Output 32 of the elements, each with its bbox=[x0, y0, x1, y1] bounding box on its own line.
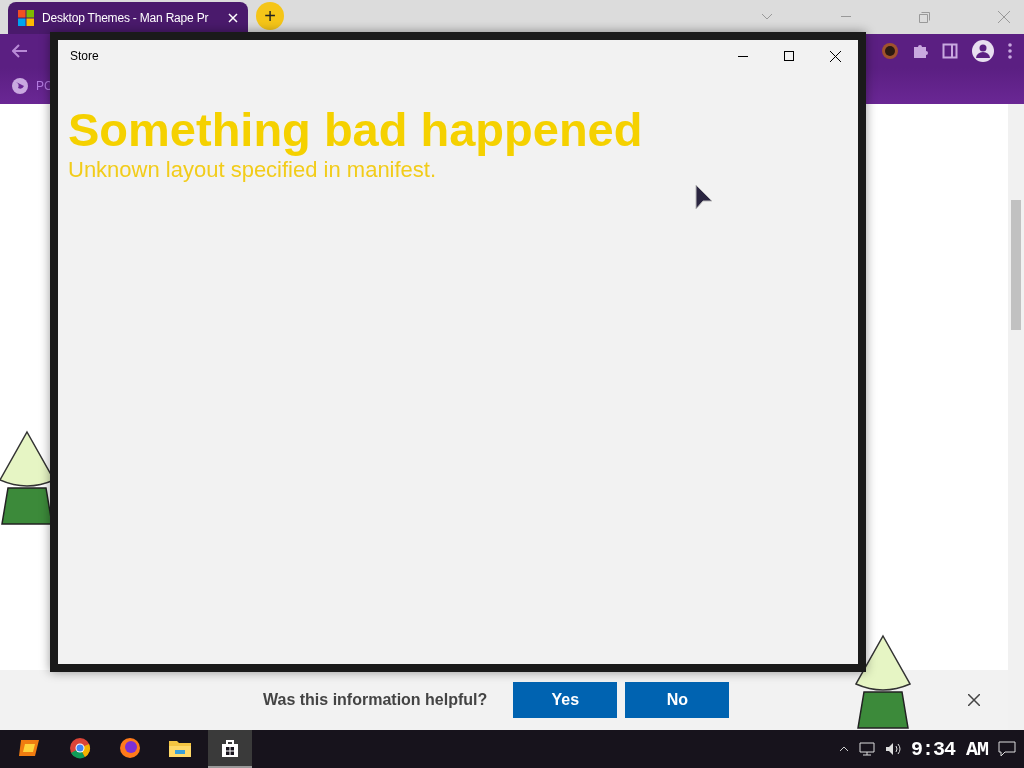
windows-logo-icon bbox=[18, 10, 34, 26]
taskbar-app-button[interactable] bbox=[208, 730, 252, 768]
side-panel-icon[interactable] bbox=[942, 43, 958, 59]
folder-icon bbox=[169, 739, 191, 757]
new-tab-button[interactable]: + bbox=[256, 2, 284, 30]
close-icon bbox=[829, 50, 841, 62]
error-heading: Something bad happened bbox=[68, 102, 644, 157]
notification-icon[interactable] bbox=[998, 741, 1016, 757]
feedback-question: Was this information helpful? bbox=[263, 691, 488, 709]
maximize-icon bbox=[784, 51, 794, 61]
firefox-icon bbox=[119, 737, 141, 759]
tab-title: Desktop Themes - Man Rape Pr bbox=[42, 11, 210, 25]
window-title: Store bbox=[70, 49, 99, 63]
cursor-icon bbox=[695, 184, 713, 210]
close-icon[interactable] bbox=[968, 694, 980, 706]
chrome-icon bbox=[69, 737, 91, 759]
extension-avatar-icon[interactable] bbox=[882, 43, 898, 59]
feedback-button[interactable]: No bbox=[625, 682, 730, 718]
error-message: Unknown layout specified in manifest. bbox=[68, 157, 438, 183]
profile-icon[interactable] bbox=[972, 40, 994, 62]
taskbar-clock[interactable]: 9:34 AM bbox=[911, 737, 988, 761]
more-menu-icon[interactable] bbox=[1008, 43, 1012, 59]
volume-icon[interactable] bbox=[885, 742, 901, 756]
scrollbar[interactable] bbox=[1008, 104, 1024, 730]
browser-tab[interactable]: Desktop Themes - Man Rape Pr bbox=[8, 2, 248, 34]
globe-icon[interactable] bbox=[12, 78, 28, 94]
puzzle-icon[interactable] bbox=[912, 43, 928, 59]
feedback-button[interactable]: Yes bbox=[513, 682, 618, 718]
shopping-bag-icon bbox=[220, 738, 240, 758]
minimize-icon bbox=[738, 55, 748, 57]
back-arrow-icon[interactable] bbox=[12, 44, 28, 58]
chevron-up-icon[interactable] bbox=[839, 746, 849, 752]
